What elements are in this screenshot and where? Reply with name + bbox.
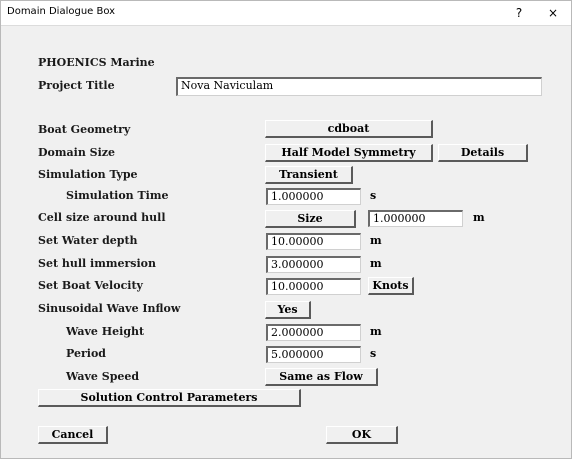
wave-height-input[interactable]: 2.000000 — [266, 324, 361, 341]
ok-button[interactable]: OK — [326, 426, 398, 444]
wave-speed-button[interactable]: Same as Flow — [265, 368, 378, 386]
domain-dialog: Domain Dialogue Box ? × PHOENICS Marine … — [0, 0, 572, 459]
wave-speed-label: Wave Speed — [66, 370, 140, 383]
cell-size-input[interactable]: 1.000000 — [368, 210, 463, 227]
period-label: Period — [66, 347, 106, 360]
hull-immersion-input[interactable]: 3.000000 — [266, 256, 361, 273]
boat-geometry-button[interactable]: cdboat — [265, 120, 433, 138]
help-icon[interactable]: ? — [509, 4, 529, 22]
solution-control-parameters-button[interactable]: Solution Control Parameters — [38, 389, 301, 407]
boat-velocity-label: Set Boat Velocity — [38, 279, 143, 292]
hull-immersion-label: Set hull immersion — [38, 257, 156, 270]
cell-size-button[interactable]: Size — [265, 210, 356, 228]
boat-geometry-label: Boat Geometry — [38, 123, 131, 136]
window-title: Domain Dialogue Box — [7, 6, 116, 17]
app-name-label: PHOENICS Marine — [38, 56, 155, 69]
period-input[interactable]: 5.000000 — [266, 346, 361, 363]
transient-button[interactable]: Transient — [265, 166, 353, 184]
water-depth-unit: m — [370, 234, 382, 247]
cancel-button[interactable]: Cancel — [38, 426, 108, 444]
simulation-time-input[interactable]: 1.000000 — [266, 188, 361, 205]
simulation-time-unit: s — [370, 189, 377, 202]
project-title-input[interactable]: Nova Naviculam — [176, 77, 542, 96]
wave-inflow-label: Sinusoidal Wave Inflow — [38, 302, 181, 315]
half-model-symmetry-button[interactable]: Half Model Symmetry — [265, 144, 433, 162]
cell-size-unit: m — [473, 211, 485, 224]
period-unit: s — [370, 347, 377, 360]
boat-velocity-input[interactable]: 10.00000 — [266, 278, 361, 295]
domain-size-label: Domain Size — [38, 146, 116, 159]
title-bar: Domain Dialogue Box ? × — [1, 1, 571, 26]
cell-size-label: Cell size around hull — [38, 211, 166, 224]
wave-height-label: Wave Height — [66, 325, 145, 338]
hull-immersion-unit: m — [370, 257, 382, 270]
water-depth-input[interactable]: 10.00000 — [266, 233, 361, 250]
water-depth-label: Set Water depth — [38, 234, 138, 247]
wave-inflow-yes-button[interactable]: Yes — [265, 301, 311, 319]
wave-height-unit: m — [370, 325, 382, 338]
knots-unit-button[interactable]: Knots — [368, 277, 414, 295]
details-button[interactable]: Details — [438, 144, 528, 162]
project-title-label: Project Title — [38, 79, 115, 92]
simulation-time-label: Simulation Time — [66, 189, 169, 202]
close-icon[interactable]: × — [543, 4, 563, 22]
simulation-type-label: Simulation Type — [38, 168, 138, 181]
